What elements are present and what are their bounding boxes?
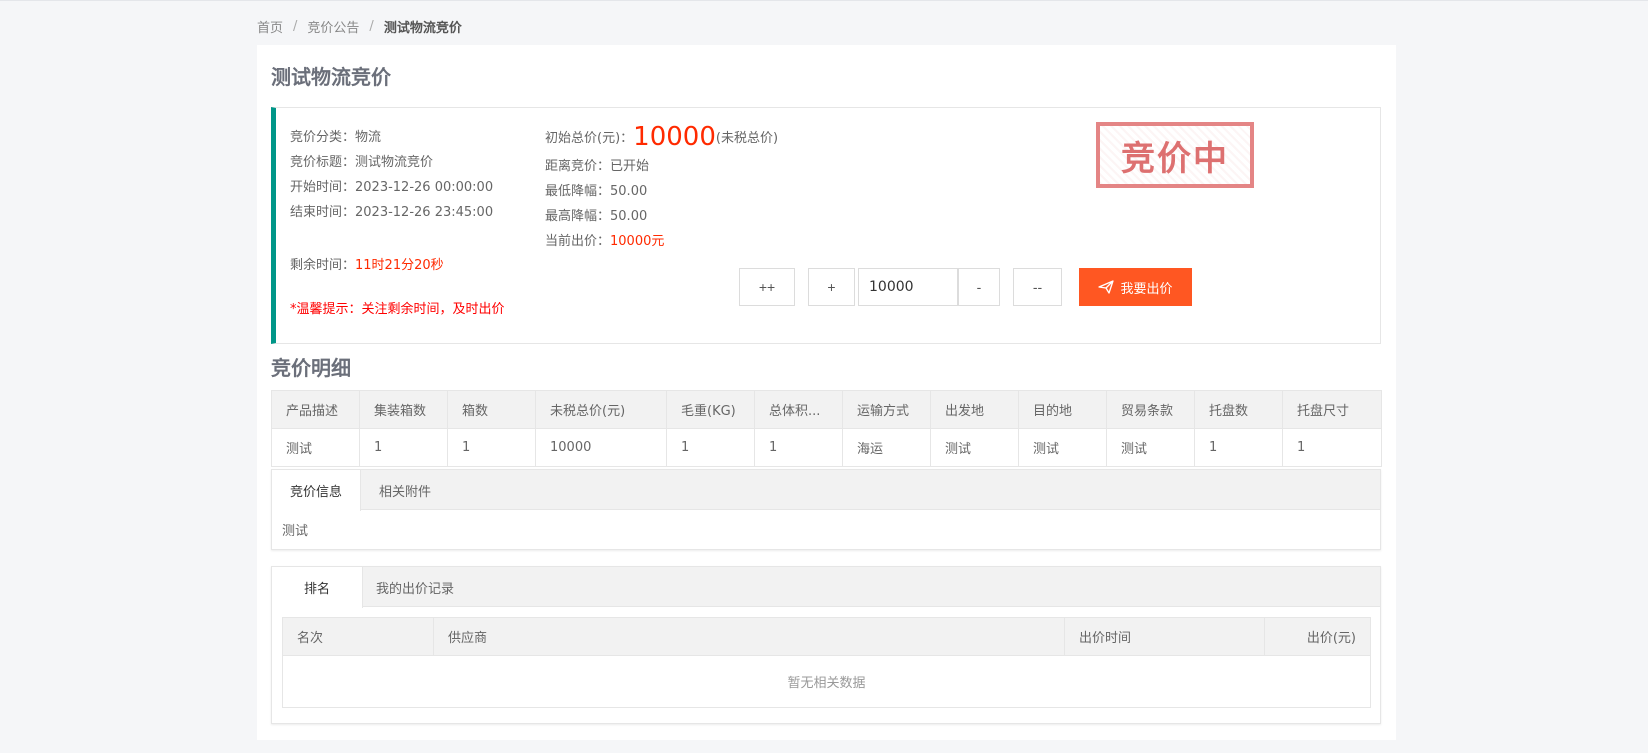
tab-attachments[interactable]: 相关附件 (361, 470, 449, 510)
detail-header-cell: 贸易条款 (1106, 390, 1195, 429)
category-row: 竞价分类：物流 (290, 126, 381, 145)
ranking-header-cell: 供应商 (433, 617, 1065, 656)
table-row: 测试 1 1 10000 1 1 海运 测试 测试 测试 1 1 (271, 428, 1382, 467)
table-cell: 1 (447, 428, 536, 467)
current-bid-row: 当前出价：10000元 (545, 230, 664, 249)
distance-label: 距离竞价： (545, 159, 611, 174)
detail-header-cell: 产品描述 (271, 390, 360, 429)
remaining-time-label: 剩余时间： (290, 258, 356, 273)
decrease-large-button[interactable]: -- (1013, 268, 1062, 306)
remaining-time-row: 剩余时间：11时21分20秒 (290, 254, 444, 273)
initial-price-label: 初始总价(元)： (545, 131, 634, 146)
breadcrumb-separator: / (293, 18, 298, 34)
min-drop-label: 最低降幅： (545, 184, 611, 199)
breadcrumb-list[interactable]: 竞价公告 (307, 17, 359, 36)
detail-header-cell: 出发地 (930, 390, 1019, 429)
bidding-status-stamp: 竞价中 (1096, 122, 1254, 188)
detail-header-row: 产品描述 集装箱数 箱数 未税总价(元) 毛重(KG) 总体积... 运输方式 … (271, 390, 1382, 429)
submit-bid-button[interactable]: 我要出价 (1079, 268, 1192, 306)
table-cell: 测试 (1018, 428, 1107, 467)
info-tab-panel: 竞价信息 相关附件 测试 (271, 469, 1381, 550)
breadcrumb: 首页 / 竞价公告 / 测试物流竞价 (257, 16, 462, 36)
category-label: 竞价分类： (290, 130, 356, 145)
tab-ranking[interactable]: 排名 (272, 567, 364, 608)
decrease-button[interactable]: - (958, 268, 1000, 306)
empty-state-text: 暂无相关数据 (282, 655, 1371, 708)
breadcrumb-home[interactable]: 首页 (257, 17, 283, 36)
max-drop-value: 50.00 (610, 209, 648, 224)
end-time-row: 结束时间：2023-12-26 23:45:00 (290, 201, 493, 220)
table-cell: 测试 (271, 428, 360, 467)
detail-header-cell: 总体积... (754, 390, 843, 429)
table-cell: 1 (359, 428, 448, 467)
warm-tip: *温馨提示：关注剩余时间，及时出价 (290, 302, 505, 317)
page-title: 测试物流竞价 (271, 65, 391, 89)
current-bid-value: 10000元 (610, 234, 665, 249)
initial-price-row: 初始总价(元)：10000(未税总价) (545, 122, 778, 152)
detail-section-title: 竞价明细 (271, 356, 351, 380)
ranking-header-cell: 出价时间 (1064, 617, 1265, 656)
title-label: 竞价标题： (290, 155, 356, 170)
table-cell: 1 (1194, 428, 1283, 467)
table-cell: 10000 (535, 428, 667, 467)
submit-bid-label: 我要出价 (1120, 280, 1173, 296)
detail-header-cell: 集装箱数 (359, 390, 448, 429)
breadcrumb-current: 测试物流竞价 (383, 20, 462, 36)
initial-price-value: 10000 (633, 122, 716, 152)
info-tab-content: 测试 (282, 524, 309, 539)
detail-table: 产品描述 集装箱数 箱数 未税总价(元) 毛重(KG) 总体积... 运输方式 … (271, 390, 1382, 467)
min-drop-value: 50.00 (610, 184, 648, 199)
increase-button[interactable]: + (808, 268, 855, 306)
max-drop-row: 最高降幅：50.00 (545, 205, 647, 224)
main-card: 测试物流竞价 竞价分类：物流 竞价标题：测试物流竞价 开始时间：2023-12-… (257, 45, 1396, 740)
end-time-label: 结束时间： (290, 205, 356, 220)
max-drop-label: 最高降幅： (545, 209, 611, 224)
table-cell: 1 (666, 428, 755, 467)
detail-header-cell: 毛重(KG) (666, 390, 755, 429)
category-value: 物流 (355, 130, 382, 145)
table-cell: 测试 (1106, 428, 1195, 467)
start-time-label: 开始时间： (290, 180, 356, 195)
table-cell: 1 (754, 428, 843, 467)
ranking-header-cell: 名次 (282, 617, 434, 656)
ranking-header-cell: 出价(元) (1264, 617, 1371, 656)
detail-header-cell: 未税总价(元) (535, 390, 667, 429)
table-cell: 测试 (930, 428, 1019, 467)
title-row: 竞价标题：测试物流竞价 (290, 151, 433, 170)
ranking-table: 名次 供应商 出价时间 出价(元) 暂无相关数据 (282, 617, 1371, 708)
end-time-value: 2023-12-26 23:45:00 (355, 205, 494, 220)
initial-price-note: (未税总价) (715, 131, 779, 146)
top-border (0, 0, 1648, 1)
current-bid-label: 当前出价： (545, 234, 611, 249)
breadcrumb-separator: / (369, 18, 374, 34)
tab-bid-info[interactable]: 竞价信息 (272, 470, 362, 511)
rank-tab-bar: 排名 我的出价记录 (272, 567, 1380, 608)
table-cell: 海运 (842, 428, 931, 467)
table-cell: 1 (1282, 428, 1382, 467)
increase-large-button[interactable]: ++ (739, 268, 795, 306)
rank-tab-panel: 排名 我的出价记录 名次 供应商 出价时间 出价(元) 暂无相关数据 (271, 566, 1381, 724)
detail-header-cell: 运输方式 (842, 390, 931, 429)
rank-tab-content: 名次 供应商 出价时间 出价(元) 暂无相关数据 (272, 607, 1380, 718)
ranking-header-row: 名次 供应商 出价时间 出价(元) (282, 617, 1371, 656)
start-time-value: 2023-12-26 00:00:00 (355, 180, 494, 195)
remaining-time-value: 11时21分20秒 (355, 258, 444, 273)
detail-header-cell: 托盘数 (1194, 390, 1283, 429)
send-icon (1098, 280, 1115, 294)
start-time-row: 开始时间：2023-12-26 00:00:00 (290, 176, 493, 195)
info-tab-bar: 竞价信息 相关附件 (272, 470, 1380, 511)
auction-info-box: 竞价分类：物流 竞价标题：测试物流竞价 开始时间：2023-12-26 00:0… (271, 107, 1381, 344)
detail-header-cell: 目的地 (1018, 390, 1107, 429)
title-value: 测试物流竞价 (355, 155, 434, 170)
tab-my-bids[interactable]: 我的出价记录 (363, 567, 467, 607)
detail-header-cell: 箱数 (447, 390, 536, 429)
distance-value: 已开始 (610, 159, 650, 174)
distance-row: 距离竞价：已开始 (545, 155, 649, 174)
detail-header-cell: 托盘尺寸 (1282, 390, 1382, 429)
ranking-empty-row: 暂无相关数据 (282, 655, 1371, 708)
bid-amount-input[interactable] (858, 268, 958, 306)
min-drop-row: 最低降幅：50.00 (545, 180, 647, 199)
